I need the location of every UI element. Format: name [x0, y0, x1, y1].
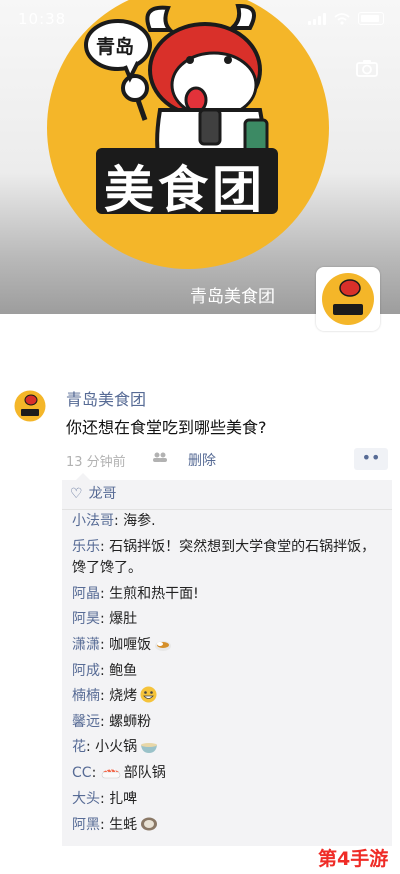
post-text: 你还想在食堂吃到哪些美食? — [66, 418, 267, 437]
comment-item[interactable]: 阿昊: 爆肚 — [72, 609, 386, 630]
comment-item[interactable]: 乐乐: 石锅拌饭！突然想到大学食堂的石锅拌饭，馋了馋了。 — [72, 537, 386, 579]
likes-names[interactable]: 龙哥 — [89, 486, 117, 502]
comment-item[interactable]: 小法哥: 海参. — [72, 511, 386, 532]
more-actions-button[interactable]: •• — [354, 448, 388, 470]
wifi-icon — [334, 12, 350, 25]
comment-item[interactable]: 楠楠: 烧烤 — [72, 686, 386, 710]
logo-title-text: 美食团 — [104, 161, 266, 219]
camera-icon[interactable] — [356, 58, 378, 82]
account-avatar[interactable] — [316, 267, 380, 331]
likes-row: ♡ 龙哥 — [62, 480, 392, 510]
comment-item[interactable]: 花: 小火锅 — [72, 737, 386, 761]
signal-icon — [308, 12, 326, 25]
watermark: 第4手游 — [318, 848, 389, 870]
oyster-emoji-icon — [140, 816, 158, 839]
grin-emoji-icon — [140, 686, 157, 710]
delete-button[interactable]: 删除 — [188, 450, 216, 470]
post-timestamp: 13 分钟前 — [66, 455, 126, 470]
comments-box: ♡ 龙哥 小法哥: 海参. 乐乐: 石锅拌饭！突然想到大学食堂的石锅拌饭，馋了馋了… — [62, 473, 392, 846]
comment-item[interactable]: 潇潇: 咖喱饭 — [72, 635, 386, 659]
comment-item[interactable]: 馨远: 螺蛳粉 — [72, 712, 386, 733]
post-author-name[interactable]: 青岛美食团 — [66, 386, 146, 410]
status-time: 10:38 — [18, 10, 67, 28]
cover-title: 青岛美食团 — [190, 287, 275, 307]
heart-icon: ♡ — [70, 486, 83, 502]
comment-item[interactable]: 大头: 扎啤 — [72, 789, 386, 810]
visibility-icon — [152, 451, 168, 467]
battery-icon — [358, 12, 384, 25]
comment-item[interactable]: CC: 部队锅 — [72, 763, 386, 787]
sushi-emoji-icon — [101, 766, 121, 787]
comment-item[interactable]: 阿成: 鲍鱼 — [72, 661, 386, 682]
post-author-avatar[interactable] — [14, 390, 46, 422]
status-bar: 10:38 — [0, 0, 400, 40]
bowl-emoji-icon — [140, 738, 158, 761]
curry-emoji-icon — [154, 636, 172, 659]
comment-item[interactable]: 阿晶: 生煎和热干面! — [72, 584, 386, 605]
comment-item[interactable]: 阿黑: 生蚝 — [72, 815, 386, 839]
